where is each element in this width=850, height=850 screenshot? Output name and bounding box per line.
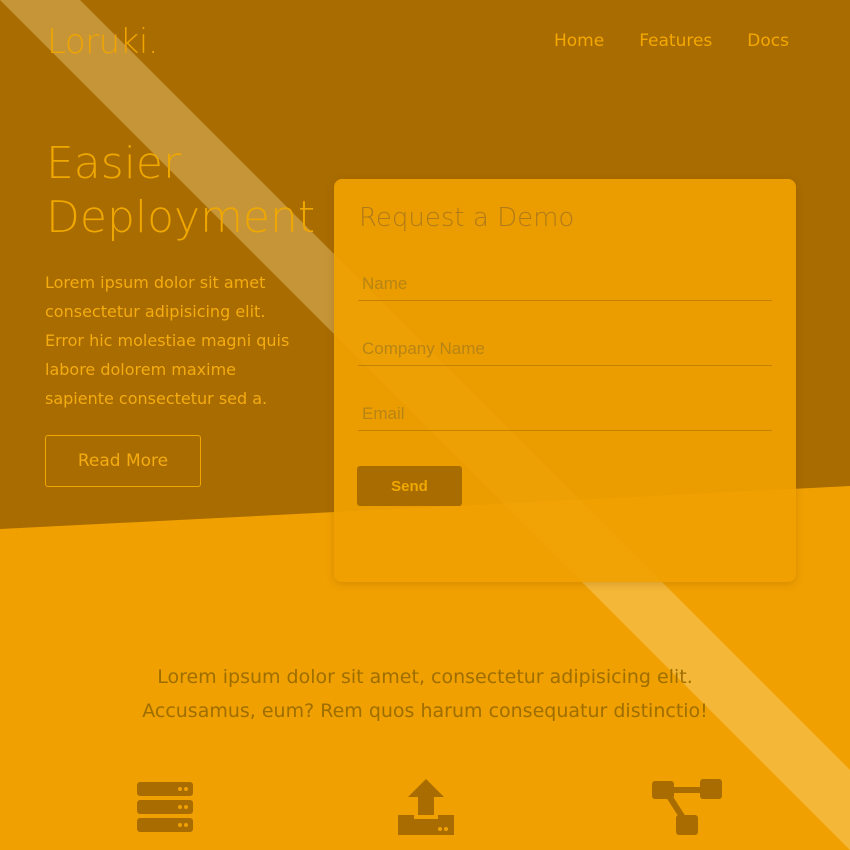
hero-title-line2: Deployment [46, 192, 316, 243]
main-nav: Home Features Docs [554, 31, 789, 51]
hero-title-line1: Easier [46, 138, 182, 189]
upload-icon [398, 779, 454, 835]
tagline: Lorem ipsum dolor sit amet, consectetur … [0, 660, 850, 728]
demo-form-title: Request a Demo [359, 203, 575, 233]
nav-home[interactable]: Home [554, 31, 604, 51]
tagline-line2: Accusamus, eum? Rem quos harum consequat… [142, 700, 708, 722]
brand-logo[interactable]: Loruki. [47, 22, 159, 62]
name-input[interactable] [358, 267, 772, 301]
nav-features[interactable]: Features [639, 31, 712, 51]
company-name-input[interactable] [358, 332, 772, 366]
demo-request-card: Request a Demo Send [334, 179, 796, 582]
email-input[interactable] [358, 397, 772, 431]
network-icon [652, 779, 722, 835]
read-more-button[interactable]: Read More [45, 435, 201, 487]
tagline-line1: Lorem ipsum dolor sit amet, consectetur … [157, 666, 693, 688]
hero-title: Easier Deployment [46, 137, 336, 245]
send-button[interactable]: Send [357, 466, 462, 506]
server-icon [137, 782, 193, 832]
hero-text: Lorem ipsum dolor sit amet consectetur a… [45, 273, 290, 408]
nav-docs[interactable]: Docs [747, 31, 789, 51]
